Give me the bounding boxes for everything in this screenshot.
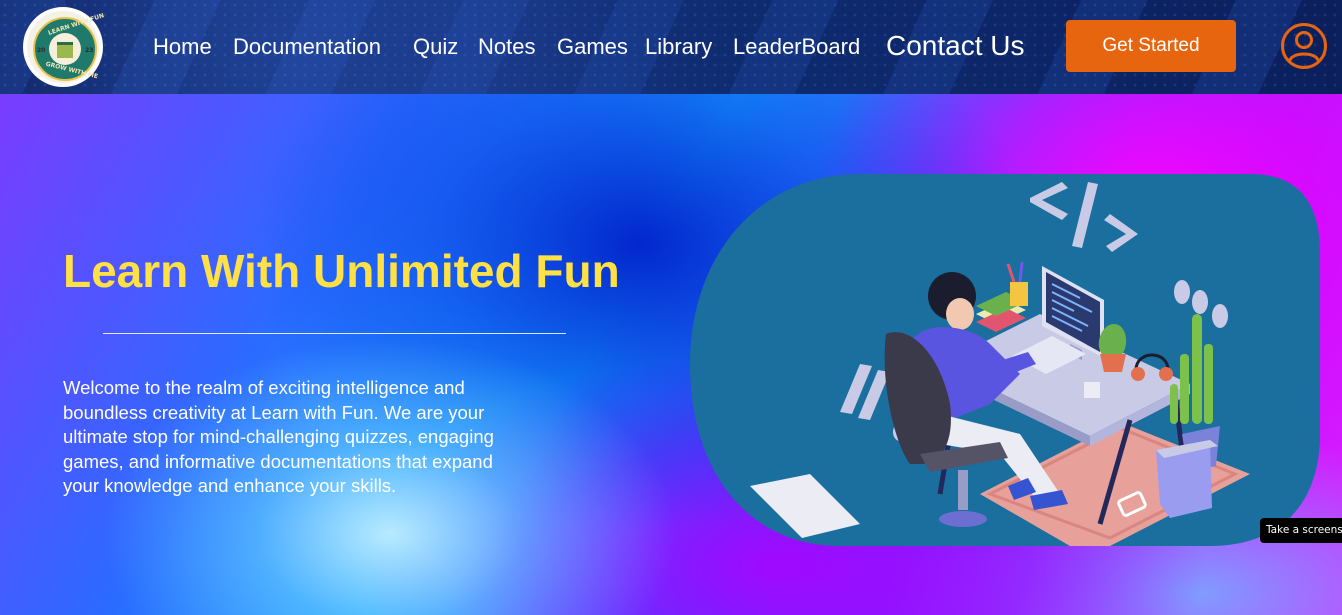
user-circle-icon[interactable] [1280,22,1328,70]
nav-leaderboard[interactable]: LeaderBoard [733,34,860,60]
hero-description: Welcome to the realm of exciting intelli… [63,377,494,496]
nav-documentation[interactable]: Documentation [233,34,381,60]
developer-at-desk-illustration [690,174,1320,546]
logo-bottom-text: GROW WITH ME [44,60,99,81]
screenshot-tooltip: Take a screens [1260,518,1342,543]
logo-badge: LEARN WITH FUN 20 23 GROW WITH ME [33,12,105,81]
logo-year-right: 23 [85,47,94,54]
building-icon [57,42,73,58]
nav-games[interactable]: Games [557,34,628,60]
logo-emblem [49,33,81,65]
nav-quiz[interactable]: Quiz [413,34,458,60]
navbar: LEARN WITH FUN 20 23 GROW WITH ME Home D… [0,0,1342,94]
logo-year-left: 20 [37,47,46,54]
hero-title: Learn With Unlimited Fun [63,245,620,297]
nav-notes[interactable]: Notes [478,34,535,60]
nav-home[interactable]: Home [153,34,212,60]
nav-contact-us[interactable]: Contact Us [886,30,1025,62]
hero-section: Learn With Unlimited Fun Welcome to the … [0,94,1342,615]
logo-top-text: LEARN WITH FUN [47,12,105,37]
site-logo[interactable]: LEARN WITH FUN 20 23 GROW WITH ME [23,7,105,87]
get-started-button[interactable]: Get Started [1066,20,1236,72]
hero-divider [103,333,566,334]
nav-library[interactable]: Library [645,34,712,60]
